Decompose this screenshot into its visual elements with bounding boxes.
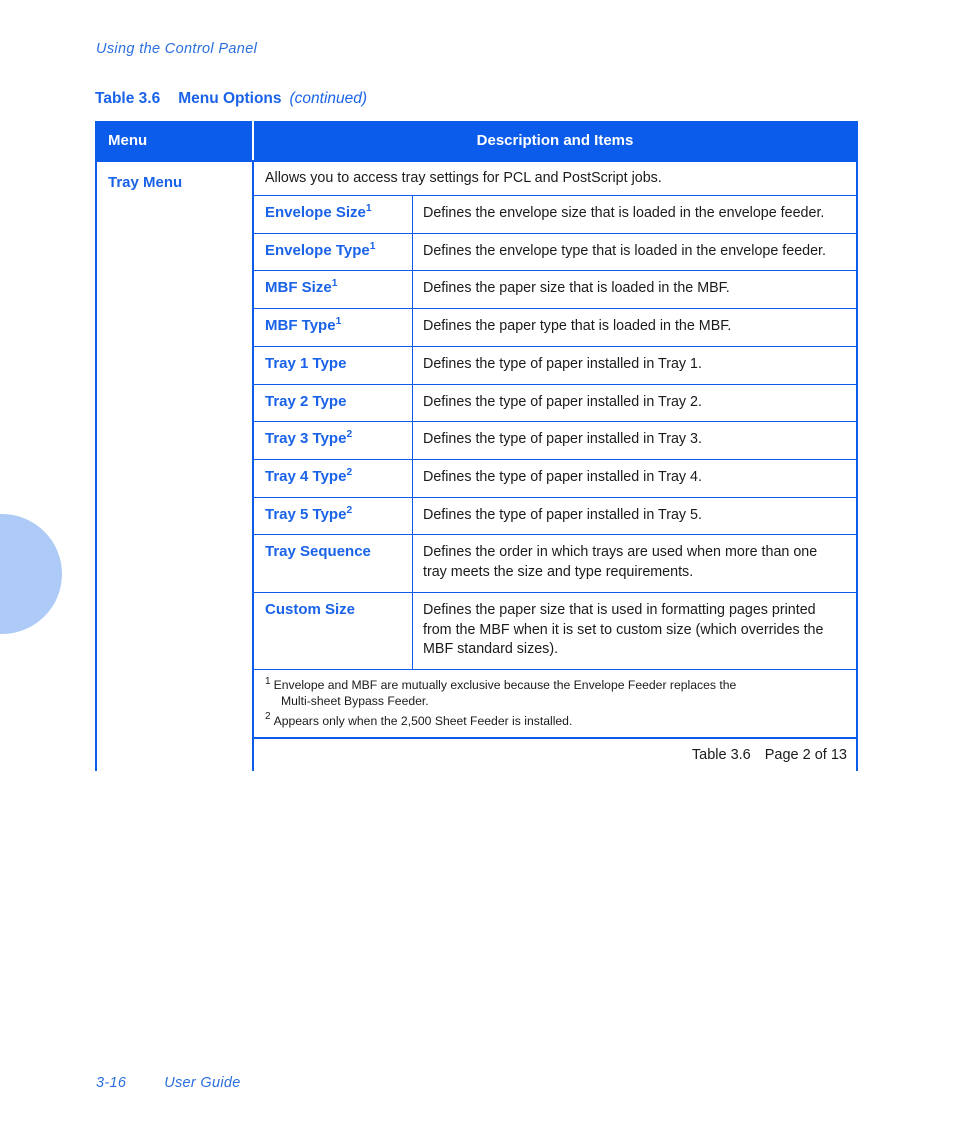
menu-item-name[interactable]: Tray Sequence — [254, 535, 413, 592]
footnote: 1 Envelope and MBF are mutually exclusive… — [265, 676, 846, 709]
menu-name-cell: Tray Menu — [97, 160, 254, 771]
menu-item-name[interactable]: Tray 2 Type — [254, 384, 413, 422]
menu-items-list: Allows you to access tray settings for P… — [254, 160, 856, 771]
menu-item-description: Defines the type of paper installed in T… — [423, 355, 702, 372]
table-row: Tray Sequence Defines the order in which … — [254, 535, 856, 593]
footnote: 2 Appears only when the 2,500 Sheet Feede… — [265, 711, 846, 729]
page-number: 3-16 — [96, 1075, 127, 1091]
table-caption-number: Table 3.6 — [95, 90, 161, 107]
menu-item-description: Defines the paper type that is loaded in… — [423, 318, 732, 335]
menu-item-name[interactable]: Envelope Type1 — [254, 233, 413, 271]
table-header-row: Menu Description and Items — [97, 121, 856, 160]
table-continuation-footer: Table 3.6 Page 2 of 13 — [254, 739, 856, 771]
column-header-description: Description and Items — [476, 132, 634, 149]
table-row: Tray 2 Type Defines the type of paper ins… — [254, 384, 856, 423]
menu-item-name[interactable]: Tray 3 Type2 — [254, 422, 413, 460]
menu-item-name[interactable]: MBF Type1 — [254, 309, 413, 346]
menu-item-description: Defines the envelope size that is loaded… — [423, 205, 825, 221]
footer-page-label: Page 2 of 13 — [764, 746, 847, 763]
menu-options-table: Menu Description and Items Tray Menu All… — [95, 121, 858, 771]
item-rows-host: Envelope Size1 Defines the envelope size … — [254, 196, 856, 671]
menu-intro-text: Allows you to access tray settings for P… — [254, 162, 856, 196]
table-row: MBF Size1 Defines the paper size that is … — [254, 271, 856, 310]
column-header-menu: Menu — [97, 121, 254, 160]
menu-item-description: Defines the paper size that is used in f… — [423, 601, 824, 658]
table-row: MBF Type1 Defines the paper type that is … — [254, 309, 856, 347]
footnote-reference: 1 — [365, 203, 372, 214]
table-caption: Table 3.6 Menu Options (continued) — [95, 90, 367, 108]
menu-item-name[interactable]: Tray 1 Type — [254, 346, 413, 384]
footnote-text: Envelope and MBF are mutually exclusive … — [273, 678, 737, 693]
menu-item-description: Defines the type of paper installed in T… — [423, 469, 702, 486]
footnote-reference: 2 — [346, 467, 353, 479]
menu-item-description: Defines the envelope type that is loaded… — [423, 242, 826, 259]
footnote-reference: 2 — [346, 504, 353, 516]
menu-item-name[interactable]: Custom Size — [254, 592, 413, 670]
footnote-marker: 2 — [265, 711, 271, 723]
menu-item-name[interactable]: MBF Size1 — [254, 271, 413, 309]
footnote-marker: 1 — [265, 676, 271, 687]
menu-item-description: Defines the type of paper installed in T… — [423, 431, 702, 448]
footnote-text: Appears only when the 2,500 Sheet Feeder… — [273, 713, 573, 728]
table-footnotes: 1 Envelope and MBF are mutually exclusive… — [254, 670, 856, 739]
footnote-text-continuation: Multi-sheet Bypass Feeder. — [281, 694, 429, 709]
menu-item-name[interactable]: Envelope Size1 — [254, 196, 413, 233]
table-row: Tray 5 Type2 Defines the type of paper in… — [254, 497, 856, 536]
footnote-reference: 1 — [335, 316, 342, 328]
menu-item-name[interactable]: Tray 5 Type2 — [254, 497, 413, 535]
footer-table-label: Table 3.6 — [691, 746, 751, 763]
table-body: Tray Menu Allows you to access tray sett… — [97, 160, 856, 771]
table-row: Custom Size Defines the paper size that i… — [254, 592, 856, 671]
menu-item-name[interactable]: Tray 4 Type2 — [254, 460, 413, 497]
running-head: Using the Control Panel — [96, 41, 258, 57]
table-caption-title: Menu Options — [178, 90, 282, 107]
table-row: Tray 4 Type2 Defines the type of paper in… — [254, 460, 856, 498]
menu-item-description: Defines the type of paper installed in T… — [423, 393, 702, 410]
table-caption-continued: (continued) — [289, 90, 368, 107]
document-title: User Guide — [164, 1075, 241, 1091]
menu-item-description: Defines the order in which trays are use… — [423, 544, 818, 581]
menu-item-description: Defines the paper size that is loaded in… — [423, 280, 730, 297]
footnote-reference: 1 — [369, 240, 376, 252]
menu-name-label: Tray Menu — [108, 174, 183, 191]
table-row: Envelope Size1 Defines the envelope size … — [254, 196, 856, 234]
page-footer: 3-16 User Guide — [96, 1075, 241, 1091]
footnote-reference: 1 — [331, 278, 338, 290]
table-row: Tray 3 Type2 Defines the type of paper in… — [254, 422, 856, 461]
decorative-circle — [0, 514, 62, 634]
table-row: Envelope Type1 Defines the envelope type … — [254, 233, 856, 272]
menu-item-description: Defines the type of paper installed in T… — [423, 506, 702, 523]
table-row: Tray 1 Type Defines the type of paper ins… — [254, 346, 856, 385]
footnote-reference: 2 — [346, 429, 353, 441]
